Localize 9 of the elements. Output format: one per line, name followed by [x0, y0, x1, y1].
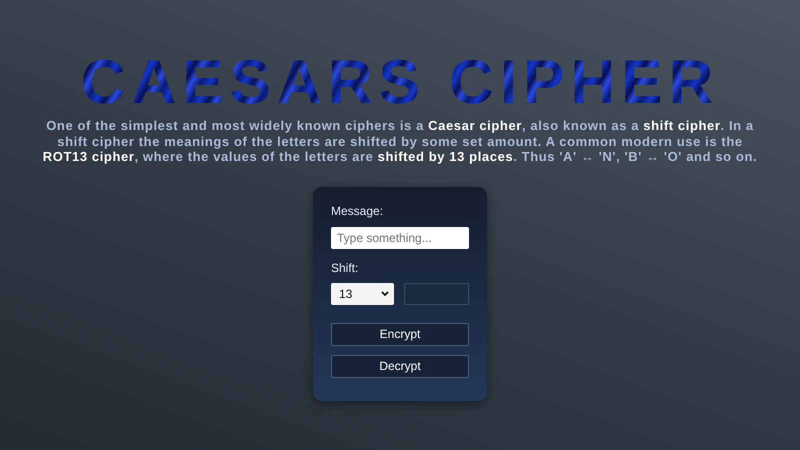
- action-button[interactable]: Encrypt: [331, 322, 469, 346]
- caret-icon: [381, 290, 389, 296]
- description-paragraph: One of the simplest and most widely known ciphers is a Caesar cipher, also known as a shift cipher. In a shift cipher the meanings of the letters are shifted by some set amount. A common modern use is the ROT13 cipher, where the values of the letters are shifted by 13 places. Thus 'A' ↔ 'N', 'B' ↔ 'O' and so on.: [42, 118, 758, 164]
- message-label: Message:: [331, 204, 384, 218]
- action-button[interactable]: Decrypt: [331, 354, 469, 378]
- message-field[interactable]: Type something...: [331, 226, 469, 248]
- output-field: [404, 282, 469, 304]
- shift-label: Shift:: [331, 260, 360, 274]
- shift-select[interactable]: 13: [331, 282, 394, 304]
